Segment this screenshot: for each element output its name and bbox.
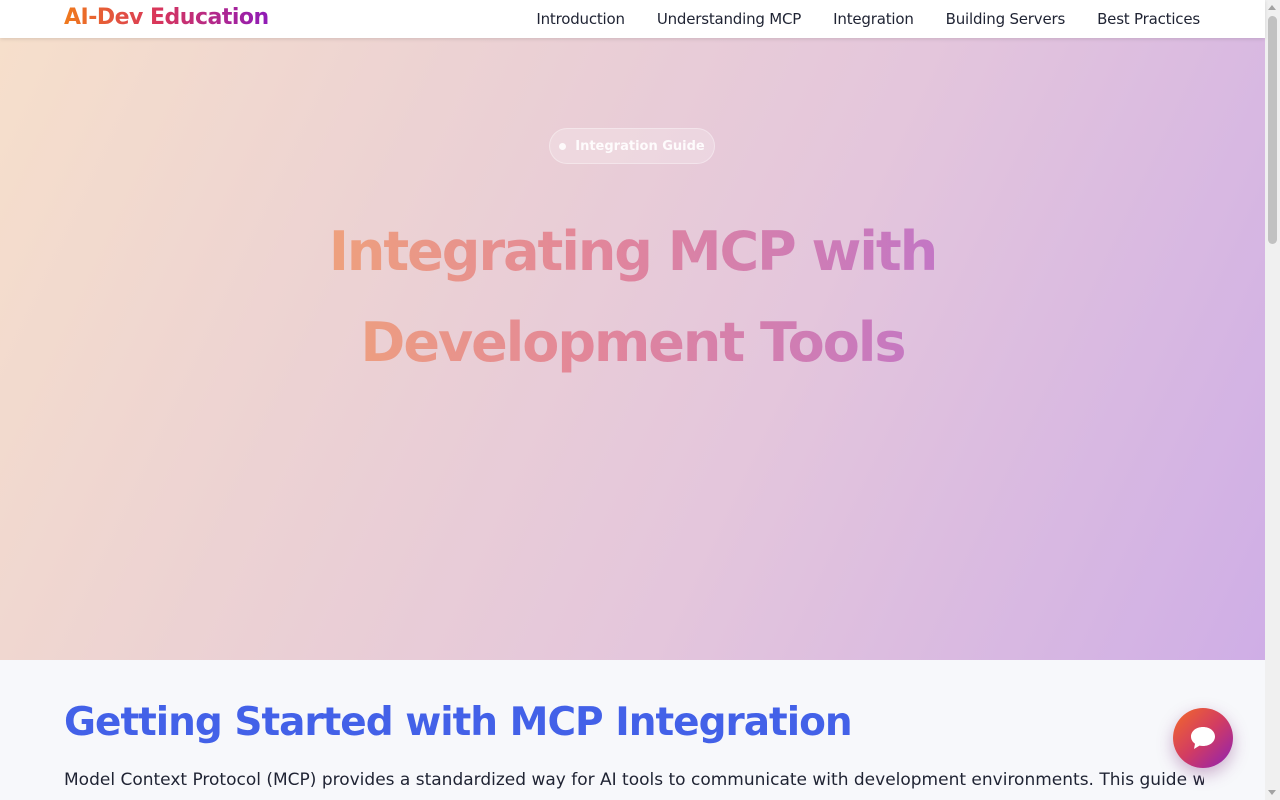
nav-link-best-practices[interactable]: Best Practices	[1097, 10, 1200, 28]
hero-title: Integrating MCP with Development Tools	[240, 206, 1025, 388]
hero-section: Integration Guide Integrating MCP with D…	[0, 38, 1265, 660]
main-nav: Introduction Understanding MCP Integrati…	[536, 0, 1200, 38]
nav-link-building-servers[interactable]: Building Servers	[946, 10, 1066, 28]
page-scrollbar[interactable]	[1265, 0, 1280, 800]
section-paragraph: Model Context Protocol (MCP) provides a …	[64, 770, 1204, 790]
hero-title-line-2: Development Tools	[360, 311, 905, 374]
nav-link-integration[interactable]: Integration	[833, 10, 914, 28]
integration-guide-badge: Integration Guide	[549, 128, 715, 164]
badge-dot-icon	[559, 142, 567, 150]
scroll-up-arrow-icon[interactable]	[1268, 5, 1276, 10]
hero-title-line-1: Integrating MCP with	[328, 220, 937, 283]
nav-link-introduction[interactable]: Introduction	[536, 10, 625, 28]
scrollbar-thumb[interactable]	[1268, 16, 1277, 244]
nav-link-understanding-mcp[interactable]: Understanding MCP	[657, 10, 802, 28]
site-logo[interactable]: AI-Dev Education	[64, 5, 269, 30]
main-content: Getting Started with MCP Integration Mod…	[0, 660, 1265, 800]
badge-label: Integration Guide	[575, 138, 705, 154]
chat-button[interactable]	[1173, 708, 1233, 768]
site-header: AI-Dev Education Introduction Understand…	[0, 0, 1265, 38]
section-title: Getting Started with MCP Integration	[64, 700, 853, 745]
scroll-down-arrow-icon[interactable]	[1268, 790, 1276, 795]
chat-bubble-icon	[1191, 727, 1215, 749]
